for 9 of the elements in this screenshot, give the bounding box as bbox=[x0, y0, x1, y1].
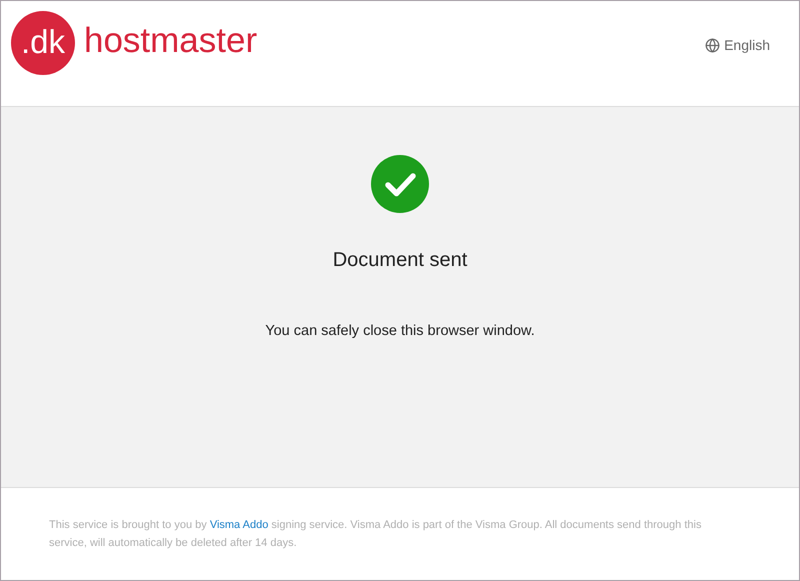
status-message: You can safely close this browser window. bbox=[265, 322, 535, 341]
success-check-icon bbox=[371, 155, 429, 213]
logo-badge: .dk bbox=[11, 11, 75, 75]
language-button[interactable]: English bbox=[705, 35, 770, 56]
status-title: Document sent bbox=[332, 248, 468, 273]
visma-addo-link[interactable]: Visma Addo bbox=[210, 519, 268, 531]
logo-text: hostmaster bbox=[84, 22, 258, 62]
footer-notice: This service is brought to you by Visma Addo signing service. Visma Addo is part of the Visma Group. All documents send through this service, will automatically be deleted after 14 days. bbox=[49, 518, 702, 551]
globe-icon bbox=[705, 38, 720, 53]
